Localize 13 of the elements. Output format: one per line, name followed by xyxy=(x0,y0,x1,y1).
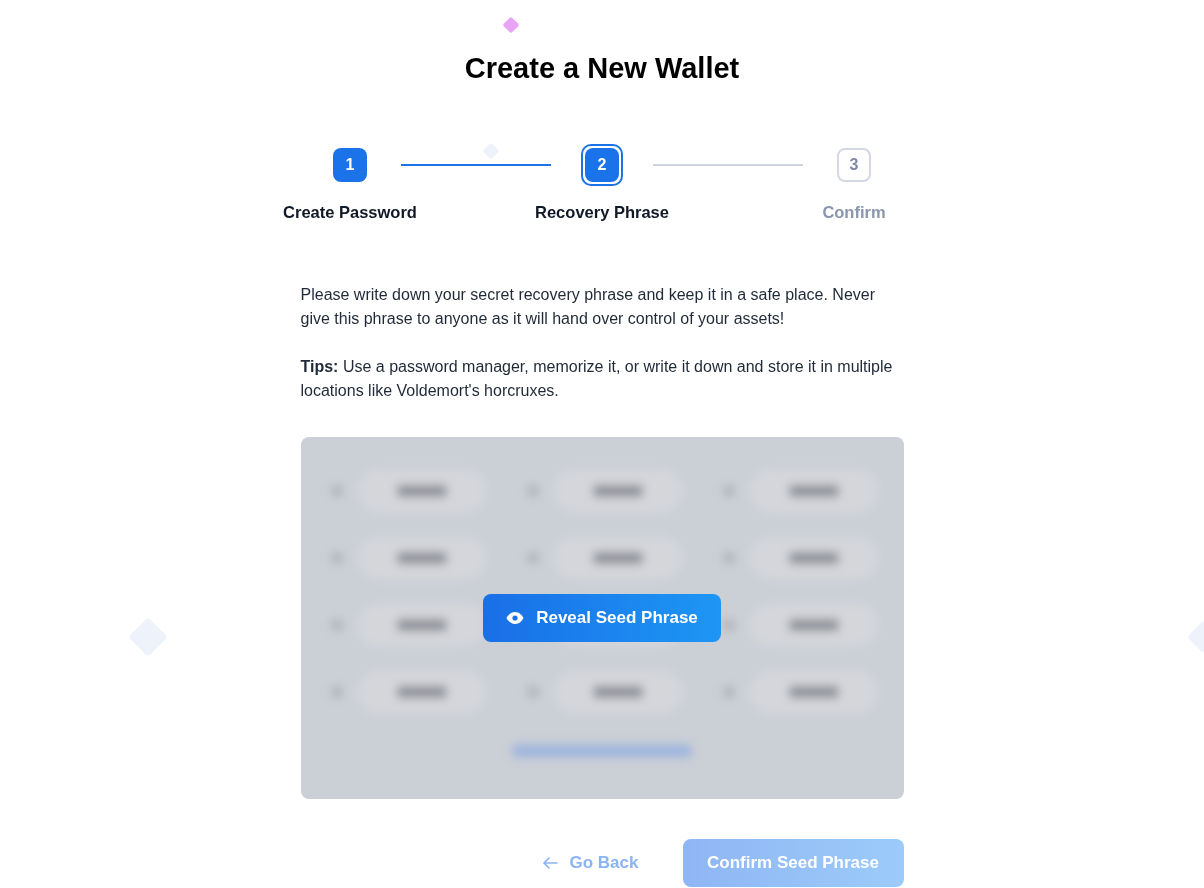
instruction-text: Tips: Use a password manager, memorize it, or write it down and store it in multiple locations like Voldemort's horcruxes. xyxy=(300,356,894,401)
instruction-text: Please write down your secret recovery phrase and keep it in a safe place. Never give this phrase to anyone as it will hand over control of your assets! xyxy=(300,284,876,329)
step-number: 3 xyxy=(837,148,871,182)
step-label: Recovery Phrase xyxy=(535,202,669,223)
page-title: Create a New Wallet xyxy=(464,51,740,86)
step-label: Confirm xyxy=(822,202,886,223)
step-number: 1 xyxy=(333,148,367,182)
back-button[interactable]: Go Back xyxy=(541,850,639,876)
arrow-left-icon xyxy=(541,855,558,870)
eye-icon xyxy=(506,611,525,624)
reveal-button[interactable]: Reveal Seed Phrase xyxy=(483,593,721,642)
step-label: Create Password xyxy=(283,202,417,223)
step-number: 2 xyxy=(585,148,619,182)
